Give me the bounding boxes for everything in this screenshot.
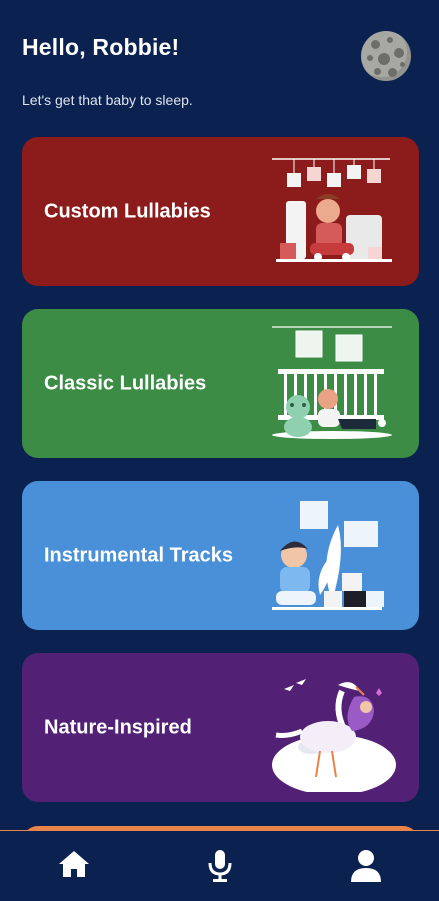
- moon-avatar-icon[interactable]: [361, 31, 411, 81]
- microphone-icon: [208, 850, 232, 882]
- bottom-tab-bar: [0, 830, 439, 901]
- toy-room-illustration: [272, 158, 392, 262]
- card-label: Nature-Inspired: [44, 716, 192, 738]
- custom-lullabies-card[interactable]: Custom Lullabies: [22, 137, 419, 286]
- card-label: Custom Lullabies: [44, 200, 211, 222]
- greeting-subtitle: Let's get that baby to sleep.: [22, 92, 193, 108]
- profile-icon: [351, 850, 381, 882]
- stork-baby-illustration: [272, 679, 396, 792]
- classic-lullabies-card[interactable]: Classic Lullabies: [22, 309, 419, 458]
- crib-baby-illustration: [272, 326, 392, 439]
- home-icon: [59, 851, 89, 877]
- card-label: Classic Lullabies: [44, 372, 207, 394]
- nature-inspired-card[interactable]: Nature-Inspired: [22, 653, 419, 802]
- greeting-header: Hello, Robbie!: [22, 34, 179, 61]
- card-label: Instrumental Tracks: [44, 544, 233, 566]
- instrumental-tracks-card[interactable]: Instrumental Tracks: [22, 481, 419, 630]
- home-tab[interactable]: [54, 849, 94, 885]
- profile-tab[interactable]: [346, 849, 386, 885]
- record-tab[interactable]: [200, 849, 240, 885]
- baby-blocks-illustration: [272, 501, 384, 610]
- greeting-title: Hello, Robbie!: [22, 34, 180, 60]
